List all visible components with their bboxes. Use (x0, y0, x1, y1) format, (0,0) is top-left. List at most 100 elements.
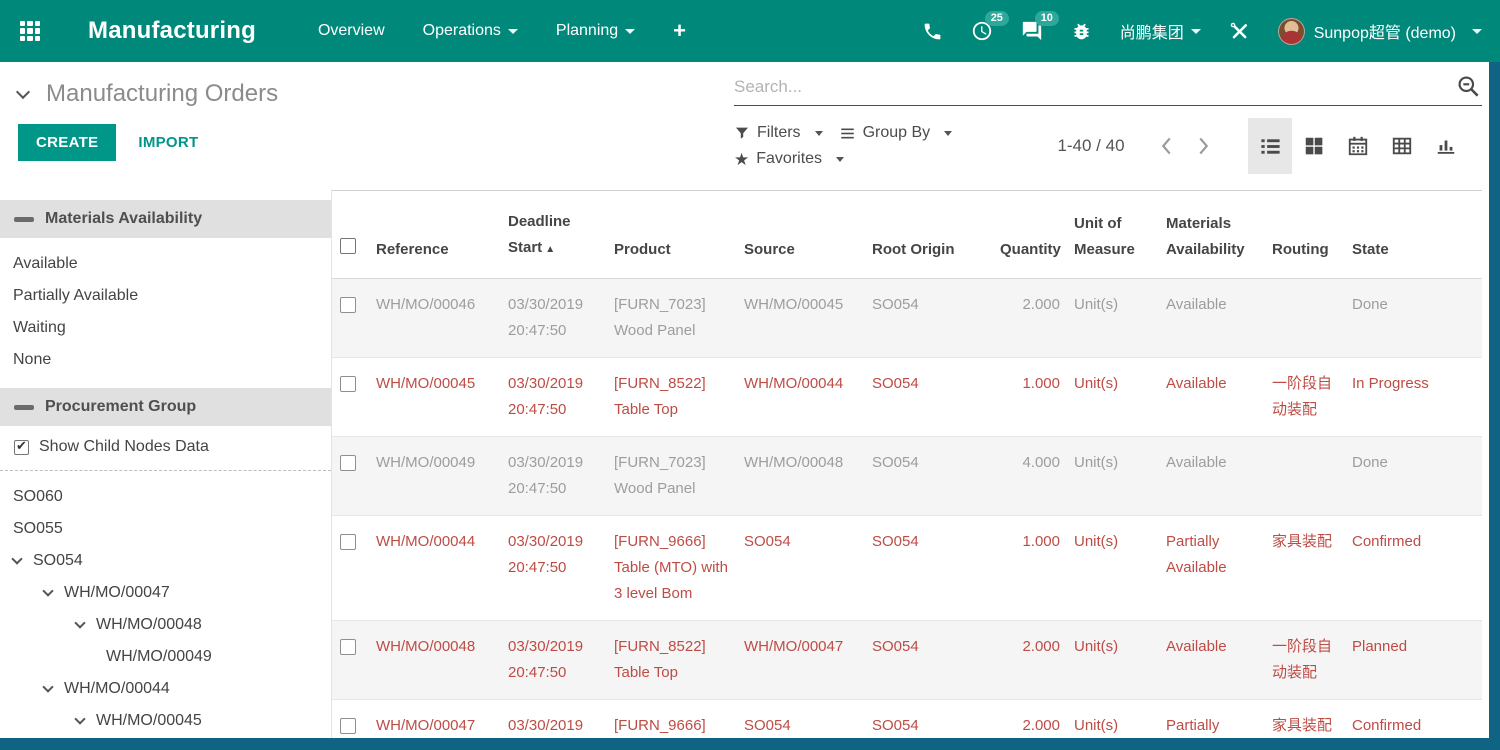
dash-icon (14, 217, 34, 222)
orders-table: Reference Deadline Start▲ Product Source… (332, 190, 1482, 750)
cell-source: WH/MO/00048 (736, 437, 864, 516)
view-list-button[interactable] (1248, 118, 1292, 174)
apps-menu-icon[interactable] (20, 21, 40, 41)
group-by-dropdown[interactable]: Group By (839, 124, 953, 142)
col-state[interactable]: State (1344, 191, 1482, 279)
phone-icon[interactable] (922, 21, 943, 42)
tree-item[interactable]: SO060 (0, 481, 331, 513)
cell-reference[interactable]: WH/MO/00049 (368, 437, 500, 516)
tree-item[interactable]: WH/MO/00047 (0, 577, 331, 609)
cell-routing (1264, 279, 1344, 358)
view-kanban-button[interactable] (1292, 118, 1336, 174)
tree-item[interactable]: WH/MO/00044 (0, 673, 331, 705)
company-switcher[interactable]: 尚鹏集团 (1120, 19, 1201, 43)
user-name: Sunpop超管 (demo) (1314, 19, 1456, 43)
cell-deadline: 03/30/2019 20:47:50 (500, 279, 606, 358)
caret-down-icon (508, 29, 518, 34)
dash-icon (14, 405, 34, 410)
breadcrumb[interactable]: Manufacturing Orders (18, 80, 734, 108)
table-row[interactable]: WH/MO/00044 03/30/2019 20:47:50 [FURN_96… (332, 516, 1482, 621)
row-checkbox[interactable] (340, 718, 356, 734)
import-button[interactable]: IMPORT (138, 134, 198, 151)
view-graph-button[interactable] (1424, 118, 1468, 174)
col-deadline-start[interactable]: Deadline Start▲ (500, 191, 606, 279)
tree-item[interactable]: SO054 (0, 545, 331, 577)
col-routing[interactable]: Routing (1264, 191, 1344, 279)
sidebar-section-procurement-group[interactable]: Procurement Group (0, 388, 331, 426)
col-unit-of-measure[interactable]: Unit of Measure (1066, 191, 1158, 279)
tree-item[interactable]: WH/MO/00049 (0, 641, 331, 673)
search-bar (734, 74, 1482, 106)
chevron-down-icon[interactable] (11, 553, 22, 564)
group-by-lines-icon (839, 126, 856, 141)
chevron-down-icon[interactable] (74, 617, 85, 628)
page-title: Manufacturing Orders (46, 80, 278, 108)
menu-planning[interactable]: Planning (556, 22, 635, 40)
cell-quantity: 1.000 (992, 358, 1066, 437)
tools-icon[interactable] (1229, 21, 1250, 42)
chevron-down-icon[interactable] (42, 681, 53, 692)
create-button[interactable]: CREATE (18, 124, 116, 161)
chevron-down-icon[interactable] (42, 585, 53, 596)
col-source[interactable]: Source (736, 191, 864, 279)
pager-previous-button[interactable] (1158, 134, 1175, 158)
cell-uom: Unit(s) (1066, 279, 1158, 358)
activities-clock-icon[interactable]: 25 (971, 20, 993, 42)
cell-reference[interactable]: WH/MO/00048 (368, 621, 500, 700)
graph-view-icon (1435, 135, 1457, 157)
sidebar-item-partially-available[interactable]: Partially Available (0, 280, 331, 312)
col-materials-availability[interactable]: Materials Availability (1158, 191, 1264, 279)
select-all-checkbox[interactable] (340, 238, 356, 254)
cell-reference[interactable]: WH/MO/00044 (368, 516, 500, 621)
tree-item[interactable]: SO055 (0, 513, 331, 545)
cell-reference[interactable]: WH/MO/00045 (368, 358, 500, 437)
cell-routing: 一阶段自动装配 (1264, 621, 1344, 700)
table-row[interactable]: WH/MO/00046 03/30/2019 20:47:50 [FURN_70… (332, 279, 1482, 358)
company-name: 尚鹏集团 (1120, 19, 1184, 43)
sidebar-item-none[interactable]: None (0, 344, 331, 376)
chevron-down-icon[interactable] (74, 713, 85, 724)
row-checkbox[interactable] (340, 455, 356, 471)
debug-bug-icon[interactable] (1071, 21, 1092, 42)
row-checkbox[interactable] (340, 297, 356, 313)
messages-chat-icon[interactable]: 10 (1021, 20, 1043, 42)
menu-operations[interactable]: Operations (423, 22, 518, 40)
tree-item[interactable]: WH/MO/00045 (0, 705, 331, 737)
show-child-nodes-row[interactable]: Show Child Nodes Data (0, 426, 331, 471)
show-child-checkbox[interactable] (14, 440, 29, 455)
pivot-view-icon (1391, 135, 1413, 157)
sidebar-section-materials-availability[interactable]: Materials Availability (0, 200, 331, 238)
user-menu[interactable]: Sunpop超管 (demo) (1278, 18, 1482, 45)
cell-routing: 一阶段自动装配 (1264, 358, 1344, 437)
vertical-scrollbar[interactable] (1489, 62, 1500, 750)
col-reference[interactable]: Reference (368, 191, 500, 279)
filters-dropdown[interactable]: Filters (734, 124, 823, 142)
tree-item[interactable]: WH/MO/00048 (0, 609, 331, 641)
table-row[interactable]: WH/MO/00048 03/30/2019 20:47:50 [FURN_85… (332, 621, 1482, 700)
view-calendar-button[interactable] (1336, 118, 1380, 174)
sidebar-item-available[interactable]: Available (0, 248, 331, 280)
table-row[interactable]: WH/MO/00045 03/30/2019 20:47:50 [FURN_85… (332, 358, 1482, 437)
search-zoom-out-icon[interactable] (1456, 74, 1482, 100)
cell-product: [FURN_8522] Table Top (606, 358, 736, 437)
horizontal-scrollbar[interactable] (0, 738, 1500, 750)
cell-root-origin: SO054 (864, 621, 992, 700)
row-checkbox[interactable] (340, 639, 356, 655)
menu-overview[interactable]: Overview (318, 22, 385, 40)
caret-down-icon (815, 131, 823, 136)
col-product[interactable]: Product (606, 191, 736, 279)
col-root-origin[interactable]: Root Origin (864, 191, 992, 279)
pager-next-button[interactable] (1195, 134, 1212, 158)
add-menu-button[interactable]: + (673, 18, 686, 44)
sidebar-item-waiting[interactable]: Waiting (0, 312, 331, 344)
cell-routing: 家具装配 (1264, 516, 1344, 621)
favorites-dropdown[interactable]: ★ Favorites (734, 150, 844, 168)
cell-uom: Unit(s) (1066, 358, 1158, 437)
view-pivot-button[interactable] (1380, 118, 1424, 174)
row-checkbox[interactable] (340, 534, 356, 550)
table-row[interactable]: WH/MO/00049 03/30/2019 20:47:50 [FURN_70… (332, 437, 1482, 516)
col-quantity[interactable]: Quantity (992, 191, 1066, 279)
row-checkbox[interactable] (340, 376, 356, 392)
search-input[interactable] (734, 77, 1456, 97)
cell-reference[interactable]: WH/MO/00046 (368, 279, 500, 358)
